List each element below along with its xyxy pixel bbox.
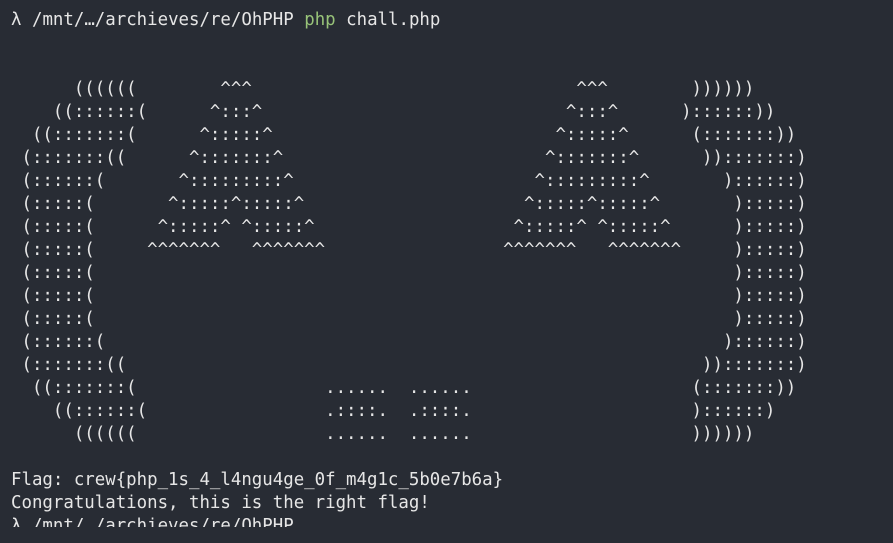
ascii-art-line: (:::::( ^:::::^:::::^ ^:::::^:::::^ ):::… (11, 194, 807, 214)
command-argument: chall.php (346, 10, 441, 30)
congratulations-output: Congratulations, this is the right flag! (11, 493, 430, 513)
ascii-art-line: (:::::( ):::::) (11, 263, 807, 283)
prompt-line: λ /mnt/…/archieves/re/OhPHP php chall.ph… (11, 9, 893, 32)
next-prompt-line: λ /mnt/…/archieves/re/OhPHP (11, 516, 294, 527)
ascii-art-line: ((::::::( .::::. .::::. )::::::) (11, 401, 776, 421)
prompt-path: /mnt/…/archieves/re/OhPHP (31, 10, 294, 30)
terminal-window[interactable]: λ /mnt/…/archieves/re/OhPHP php chall.ph… (0, 0, 893, 543)
ascii-art-line: (((((( ^^^ ^^^ )))))) (11, 79, 755, 99)
ascii-art-line: (:::::::(( )):::::::) (11, 355, 807, 375)
ascii-art-line: (((((( ...... ...... )))))) (11, 424, 755, 444)
ascii-art-line: ((:::::::( ...... ...... (:::::::)) (11, 378, 797, 398)
ascii-art-line: ((:::::::( ^:::::^ ^:::::^ (:::::::)) (11, 125, 797, 145)
ascii-art: (((((( ^^^ ^^^ )))))) ((::::::( ^:::^ ^:… (11, 78, 893, 446)
ascii-art-line: (:::::::(( ^:::::::^ ^:::::::^ )):::::::… (11, 148, 807, 168)
ascii-art-line: (::::::( ^:::::::::^ ^:::::::::^ )::::::… (11, 171, 807, 191)
prompt-symbol: λ (11, 10, 22, 30)
ascii-art-line: ((::::::( ^:::^ ^:::^ )::::::)) (11, 102, 776, 122)
ascii-art-line: (:::::( ):::::) (11, 309, 807, 329)
command-name: php (304, 10, 336, 30)
ascii-art-line: (:::::( ):::::) (11, 286, 807, 306)
ascii-art-line: (:::::( ^:::::^ ^:::::^ ^:::::^ ^:::::^ … (11, 217, 807, 237)
flag-output: Flag: crew{php_1s_4_l4ngu4ge_0f_m4g1c_5b… (11, 470, 504, 490)
ascii-art-line: (:::::( ^^^^^^^ ^^^^^^^ ^^^^^^^ ^^^^^^^ … (11, 240, 807, 260)
ascii-art-line: (::::::( )::::::) (11, 332, 807, 352)
